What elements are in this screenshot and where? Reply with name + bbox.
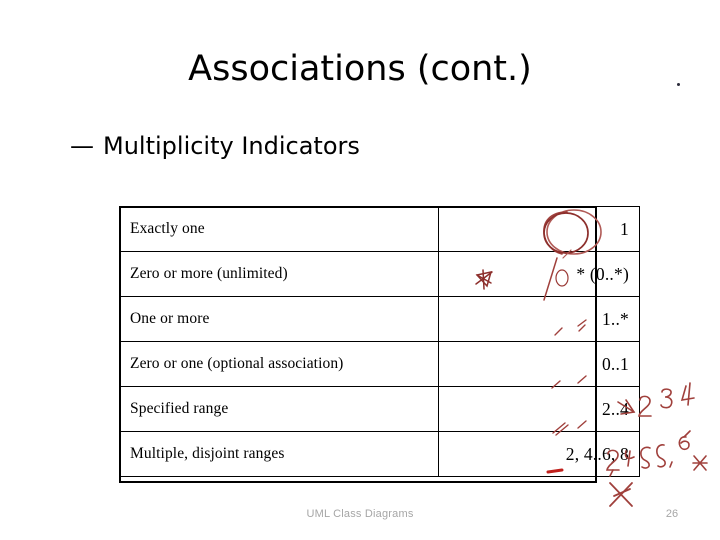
row-description: Zero or more (unlimited) xyxy=(119,251,439,297)
table-row: Zero or more (unlimited) * (0..*) xyxy=(119,251,640,297)
asterisk-margin-icon xyxy=(692,455,708,471)
row-description: Exactly one xyxy=(119,206,439,252)
row-description: Specified range xyxy=(119,386,439,432)
slide-canvas: Associations (cont.) — Multiplicity Indi… xyxy=(0,0,720,540)
row-notation: 1..* xyxy=(438,296,640,342)
row-notation: 1 xyxy=(438,206,640,252)
row-description: Zero or one (optional association) xyxy=(119,341,439,387)
table-row: Multiple, disjoint ranges 2, 4..6, 8 xyxy=(119,431,640,477)
table-row: One or more 1..* xyxy=(119,296,640,342)
bullet-dash-icon: — xyxy=(70,132,94,160)
multiplicity-table: Exactly one 1 Zero or more (unlimited) *… xyxy=(119,206,640,477)
table-row: Zero or one (optional association) 0..1 xyxy=(119,341,640,387)
bullet-item-label: Multiplicity Indicators xyxy=(103,132,360,160)
page-number: 26 xyxy=(665,508,679,520)
row-notation: 2, 4..6, 8 xyxy=(438,431,640,477)
row-description: Multiple, disjoint ranges xyxy=(119,431,439,477)
table-row: Specified range 2..4 xyxy=(119,386,640,432)
table-body: Exactly one 1 Zero or more (unlimited) *… xyxy=(119,206,640,477)
row-notation: * (0..*) xyxy=(438,251,640,297)
row-description: One or more xyxy=(119,296,439,342)
cross-out-mark-icon xyxy=(609,482,633,507)
page-title: Associations (cont.) xyxy=(188,49,532,89)
bullet-item: — Multiplicity Indicators xyxy=(70,131,360,161)
stray-speck-icon xyxy=(677,83,680,86)
row-notation: 2..4 xyxy=(438,386,640,432)
row-notation: 0..1 xyxy=(438,341,640,387)
table-row: Exactly one 1 xyxy=(119,206,640,252)
footer-label: UML Class Diagrams xyxy=(306,508,414,520)
